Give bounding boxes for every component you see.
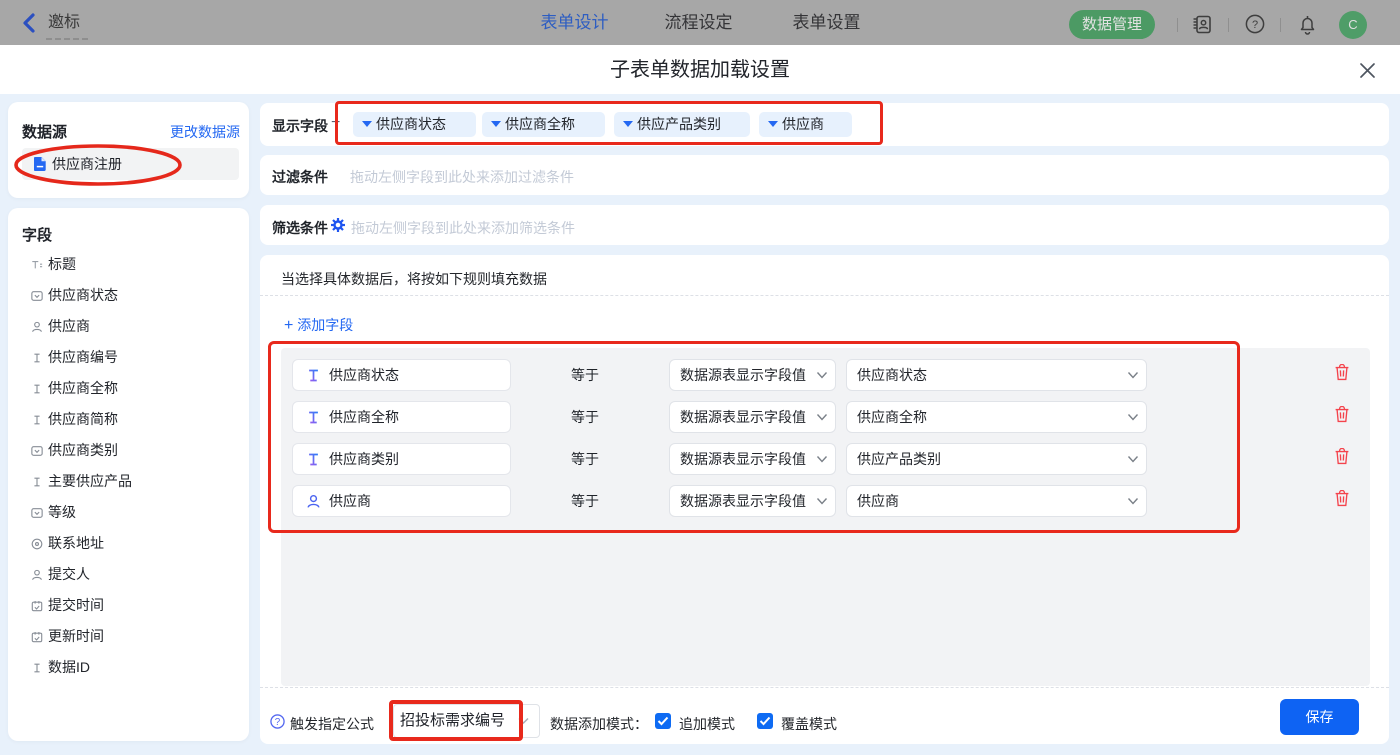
svg-text:?: ? — [1252, 19, 1258, 31]
svg-text:?: ? — [275, 717, 281, 728]
